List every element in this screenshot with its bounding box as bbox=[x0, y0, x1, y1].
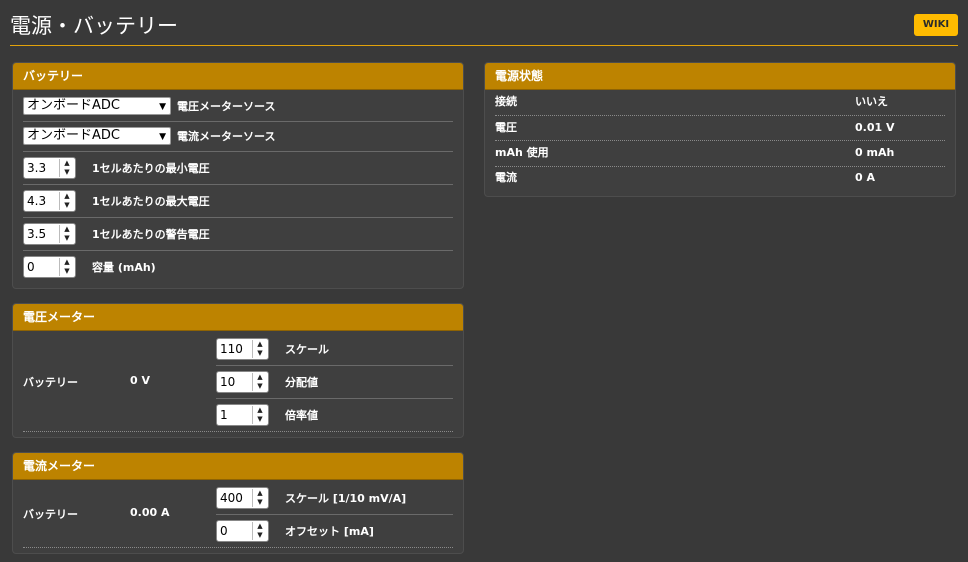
spinner-arrows-icon[interactable]: ▲ ▼ bbox=[252, 406, 267, 424]
voltage-source-row: オンボードADC ▼ 電圧メーターソース bbox=[23, 97, 275, 115]
max-cell-input[interactable]: 4.3 ▲ ▼ bbox=[23, 190, 76, 212]
max-cell-row: 4.3 ▲ ▼ 1セルあたりの最大電圧 bbox=[23, 190, 210, 212]
current-offset-label: オフセット [mA] bbox=[285, 525, 374, 538]
spinner-arrows-icon[interactable]: ▲ ▼ bbox=[59, 225, 74, 243]
capacity-value: 0 bbox=[27, 260, 35, 274]
spinner-arrows-icon[interactable]: ▲ ▼ bbox=[252, 522, 267, 540]
status-value: 0 mAh bbox=[855, 146, 895, 159]
current-meter-name-wrap: バッテリー bbox=[23, 506, 78, 522]
current-scale-value: 400 bbox=[220, 491, 243, 505]
current-offset-value: 0 bbox=[220, 524, 228, 538]
spinner-arrows-icon[interactable]: ▲ ▼ bbox=[59, 192, 74, 210]
chevron-down-icon: ▼ bbox=[159, 102, 166, 112]
battery-panel-title: バッテリー bbox=[13, 63, 463, 90]
status-row-voltage: 電圧 0.01 V bbox=[495, 119, 945, 137]
status-row-current: 電流 0 A bbox=[495, 169, 945, 187]
min-cell-label: 1セルあたりの最小電圧 bbox=[92, 162, 210, 175]
capacity-label: 容量 (mAh) bbox=[92, 261, 156, 274]
current-meter-reading-wrap: 0.00 A bbox=[130, 506, 169, 519]
current-offset-row: 0 ▲ ▼ オフセット [mA] bbox=[216, 520, 374, 542]
voltage-source-label: 電圧メーターソース bbox=[177, 100, 276, 113]
current-scale-input[interactable]: 400 ▲ ▼ bbox=[216, 487, 269, 509]
min-cell-value: 3.3 bbox=[27, 161, 47, 175]
voltage-source-value: オンボードADC bbox=[27, 98, 120, 113]
warn-cell-input[interactable]: 3.5 ▲ ▼ bbox=[23, 223, 76, 245]
voltage-scale-row: 110 ▲ ▼ スケール bbox=[216, 338, 329, 360]
voltage-scale-input[interactable]: 110 ▲ ▼ bbox=[216, 338, 269, 360]
min-cell-input[interactable]: 3.3 ▲ ▼ bbox=[23, 157, 76, 179]
capacity-input[interactable]: 0 ▲ ▼ bbox=[23, 256, 76, 278]
voltage-divider-value: 10 bbox=[220, 375, 236, 389]
current-scale-label: スケール [1/10 mV/A] bbox=[285, 492, 407, 505]
max-cell-label: 1セルあたりの最大電圧 bbox=[92, 195, 210, 208]
spinner-arrows-icon[interactable]: ▲ ▼ bbox=[59, 258, 74, 276]
spinner-arrows-icon[interactable]: ▲ ▼ bbox=[252, 373, 267, 391]
voltage-multiplier-row: 1 ▲ ▼ 倍率値 bbox=[216, 404, 318, 426]
status-label: 接続 bbox=[495, 95, 517, 108]
voltage-meter-name-wrap: バッテリー bbox=[23, 374, 78, 390]
warn-cell-row: 3.5 ▲ ▼ 1セルあたりの警告電圧 bbox=[23, 223, 210, 245]
voltage-divider-input[interactable]: 10 ▲ ▼ bbox=[216, 371, 269, 393]
current-meter-title: 電流メーター bbox=[13, 453, 463, 480]
spinner-arrows-icon[interactable]: ▲ ▼ bbox=[252, 489, 267, 507]
voltage-multiplier-value: 1 bbox=[220, 408, 228, 422]
spinner-arrows-icon[interactable]: ▲ ▼ bbox=[59, 159, 74, 177]
current-source-row: オンボードADC ▼ 電流メーターソース bbox=[23, 127, 275, 145]
current-meter-panel: 電流メーター バッテリー 0.00 A 400 ▲ ▼ スケール [1/10 mV… bbox=[12, 452, 464, 554]
current-source-label: 電流メーターソース bbox=[177, 130, 276, 143]
power-status-panel: 電源状態 接続 いいえ 電圧 0.01 V mAh 使用 0 mAh 電流 0 … bbox=[484, 62, 956, 197]
status-value: 0 A bbox=[855, 171, 875, 184]
voltage-multiplier-label: 倍率値 bbox=[285, 409, 318, 422]
voltage-meter-panel: 電圧メーター バッテリー 0 V 110 ▲ ▼ スケール 10 ▲ ▼ 分配値 1… bbox=[12, 303, 464, 438]
current-source-value: オンボードADC bbox=[27, 128, 120, 143]
current-source-select[interactable]: オンボードADC ▼ bbox=[23, 127, 171, 145]
voltage-scale-value: 110 bbox=[220, 342, 243, 356]
power-status-title: 電源状態 bbox=[485, 63, 955, 90]
status-value: いいえ bbox=[855, 95, 888, 108]
status-row-mah: mAh 使用 0 mAh bbox=[495, 144, 945, 162]
voltage-divider-row: 10 ▲ ▼ 分配値 bbox=[216, 371, 318, 393]
current-meter-reading: 0.00 A bbox=[130, 506, 170, 519]
voltage-source-select[interactable]: オンボードADC ▼ bbox=[23, 97, 171, 115]
voltage-divider-label: 分配値 bbox=[285, 376, 318, 389]
wiki-button[interactable]: WIKI bbox=[914, 14, 958, 36]
page-header: 電源・バッテリー WIKI bbox=[10, 0, 958, 46]
status-label: mAh 使用 bbox=[495, 146, 549, 159]
current-scale-row: 400 ▲ ▼ スケール [1/10 mV/A] bbox=[216, 487, 406, 509]
battery-panel: バッテリー オンボードADC ▼ 電圧メーターソース オンボードADC ▼ 電流… bbox=[12, 62, 464, 289]
voltage-meter-name: バッテリー bbox=[23, 376, 78, 389]
status-row-connected: 接続 いいえ bbox=[495, 93, 945, 111]
warn-cell-label: 1セルあたりの警告電圧 bbox=[92, 228, 210, 241]
voltage-scale-label: スケール bbox=[285, 343, 329, 356]
voltage-multiplier-input[interactable]: 1 ▲ ▼ bbox=[216, 404, 269, 426]
capacity-row: 0 ▲ ▼ 容量 (mAh) bbox=[23, 256, 156, 278]
spinner-arrows-icon[interactable]: ▲ ▼ bbox=[252, 340, 267, 358]
voltage-meter-reading-wrap: 0 V bbox=[130, 374, 150, 387]
voltage-meter-title: 電圧メーター bbox=[13, 304, 463, 331]
page-title: 電源・バッテリー bbox=[10, 14, 178, 38]
status-value: 0.01 V bbox=[855, 121, 895, 134]
status-label: 電圧 bbox=[495, 121, 517, 134]
chevron-down-icon: ▼ bbox=[159, 132, 166, 142]
min-cell-row: 3.3 ▲ ▼ 1セルあたりの最小電圧 bbox=[23, 157, 210, 179]
current-meter-name: バッテリー bbox=[23, 508, 78, 521]
current-offset-input[interactable]: 0 ▲ ▼ bbox=[216, 520, 269, 542]
warn-cell-value: 3.5 bbox=[27, 227, 47, 241]
max-cell-value: 4.3 bbox=[27, 194, 47, 208]
status-label: 電流 bbox=[495, 171, 517, 184]
voltage-meter-reading: 0 V bbox=[130, 374, 150, 387]
